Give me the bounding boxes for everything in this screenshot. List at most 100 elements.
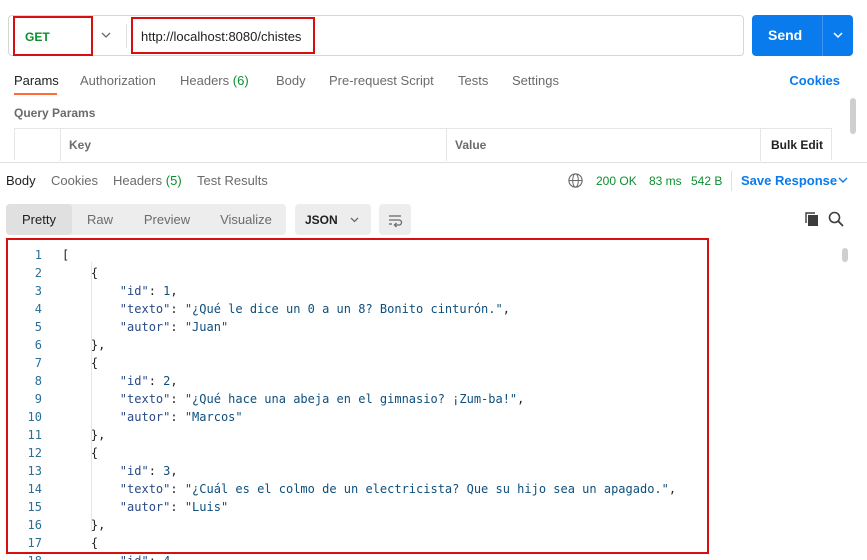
divider — [126, 24, 127, 48]
code-line: 9 "texto": "¿Qué hace una abeja en el gi… — [0, 390, 840, 408]
cookies-link[interactable]: Cookies — [789, 73, 840, 88]
request-url-bar: GET http://localhost:8080/chistes — [8, 15, 744, 56]
search-icon[interactable] — [827, 210, 845, 228]
code-text: [ — [62, 248, 70, 262]
chevron-down-icon[interactable] — [97, 26, 115, 44]
bulk-edit-button[interactable]: Bulk Edit — [771, 138, 823, 152]
code-line: 4 "texto": "¿Qué le dice un 0 a un 8? Bo… — [0, 300, 840, 318]
tab-tests[interactable]: Tests — [458, 73, 488, 88]
view-visualize[interactable]: Visualize — [206, 204, 286, 235]
url-input[interactable]: http://localhost:8080/chistes — [131, 17, 315, 54]
line-number: 3 — [34, 284, 42, 298]
headers-count-badge: (5) — [165, 173, 182, 188]
line-number: 14 — [27, 482, 42, 496]
response-tab-headers[interactable]: Headers (5) — [113, 173, 182, 188]
tab-label: Body — [6, 173, 36, 188]
tab-label: Settings — [512, 73, 559, 88]
line-number: 1 — [34, 248, 42, 262]
chevron-down-icon[interactable] — [836, 173, 850, 187]
tab-label: Authorization — [80, 73, 156, 88]
line-number: 11 — [27, 428, 42, 442]
tab-body[interactable]: Body — [276, 73, 306, 88]
line-number: 12 — [27, 446, 42, 460]
line-number: 5 — [34, 320, 42, 334]
send-button[interactable]: Send — [752, 15, 853, 56]
tab-authorization[interactable]: Authorization — [80, 73, 156, 88]
line-number: 15 — [27, 500, 42, 514]
response-tab-test-results[interactable]: Test Results — [197, 173, 268, 188]
tab-label: Test Results — [197, 173, 268, 188]
code-line: 6 }, — [0, 336, 840, 354]
response-tab-body[interactable]: Body — [6, 173, 36, 188]
wrap-lines-icon — [389, 215, 403, 228]
line-number: 10 — [27, 410, 42, 424]
response-time[interactable]: 83 ms — [649, 174, 682, 188]
status-code[interactable]: 200 OK — [596, 174, 637, 188]
response-tab-cookies[interactable]: Cookies — [51, 173, 98, 188]
code-text: "id": 1, — [119, 284, 178, 298]
view-pretty[interactable]: Pretty — [6, 204, 72, 235]
code-text: "id": 4, — [62, 552, 178, 560]
tab-params[interactable]: Params — [14, 73, 59, 88]
line-number: 7 — [34, 356, 42, 370]
view-preview[interactable]: Preview — [128, 204, 206, 235]
scrollbar[interactable] — [850, 98, 856, 134]
line-number: 6 — [34, 338, 42, 352]
chevron-down-icon — [350, 217, 359, 223]
save-response-button[interactable]: Save Response — [741, 173, 837, 188]
tab-headers[interactable]: Headers (6) — [180, 73, 249, 88]
send-label: Send — [768, 27, 803, 43]
code-text: "autor": "Juan" — [119, 320, 229, 334]
view-raw[interactable]: Raw — [72, 204, 128, 235]
divider — [731, 171, 732, 191]
code-scrollbar[interactable] — [842, 244, 848, 560]
line-number: 18 — [0, 552, 42, 560]
query-params-table: Key Value Bulk Edit — [14, 128, 833, 161]
response-body-editor[interactable]: 1[2 {3 "id": 1, 4 "texto": "¿Qué le dice … — [0, 236, 867, 560]
tab-settings[interactable]: Settings — [512, 73, 559, 88]
chevron-down-icon[interactable] — [829, 26, 847, 44]
code-text: "texto": "¿Qué hace una abeja en el gimn… — [119, 392, 525, 406]
wrap-lines-button[interactable] — [379, 204, 411, 235]
response-size[interactable]: 542 B — [691, 174, 722, 188]
globe-icon[interactable] — [567, 172, 584, 189]
line-number: 8 — [34, 374, 42, 388]
code-line: 10 "autor": "Marcos" — [0, 408, 840, 426]
code-text: { — [62, 446, 99, 460]
scrollbar-thumb[interactable] — [842, 248, 848, 262]
query-params-title: Query Params — [14, 106, 96, 120]
copy-icon[interactable] — [803, 210, 821, 228]
line-number: 13 — [27, 464, 42, 478]
line-number: 9 — [34, 392, 42, 406]
code-text: { — [62, 356, 99, 370]
value-header: Value — [455, 138, 487, 152]
code-line: 15 "autor": "Luis" — [0, 498, 840, 516]
code-line: 3 "id": 1, — [0, 282, 840, 300]
code-line: 1[ — [0, 246, 840, 264]
tab-label: Tests — [458, 73, 489, 88]
code-text: }, — [62, 338, 106, 352]
request-tabs: Params Authorization Headers (6) Body Pr… — [0, 64, 867, 96]
method-select[interactable]: GET — [13, 16, 93, 56]
bulk-edit-column: Bulk Edit — [760, 129, 833, 161]
active-tab-indicator — [14, 93, 57, 95]
format-select[interactable]: JSON — [295, 204, 371, 235]
tab-label: Headers — [113, 173, 163, 188]
code-text: { — [62, 536, 99, 550]
tab-label: Pre-request Script — [329, 73, 434, 88]
line-number: 2 — [34, 266, 42, 280]
code-line: 7 { — [0, 354, 840, 372]
value-column: Value — [446, 129, 760, 161]
code-line: 5 "autor": "Juan" — [0, 318, 840, 336]
line-number: 16 — [27, 518, 42, 532]
pane-divider[interactable] — [0, 162, 867, 163]
code-line: 11 }, — [0, 426, 840, 444]
code-text: "id": 3, — [119, 464, 178, 478]
format-label: JSON — [305, 213, 338, 227]
code-text: { — [62, 266, 99, 280]
code-line: 17 { — [0, 534, 840, 552]
tab-pre-request-script[interactable]: Pre-request Script — [329, 73, 434, 88]
code-text: "texto": "¿Cuál es el colmo de un electr… — [119, 482, 677, 496]
code-text: "autor": "Luis" — [119, 500, 229, 514]
code-text: "texto": "¿Qué le dice un 0 a un 8? Boni… — [119, 302, 510, 316]
